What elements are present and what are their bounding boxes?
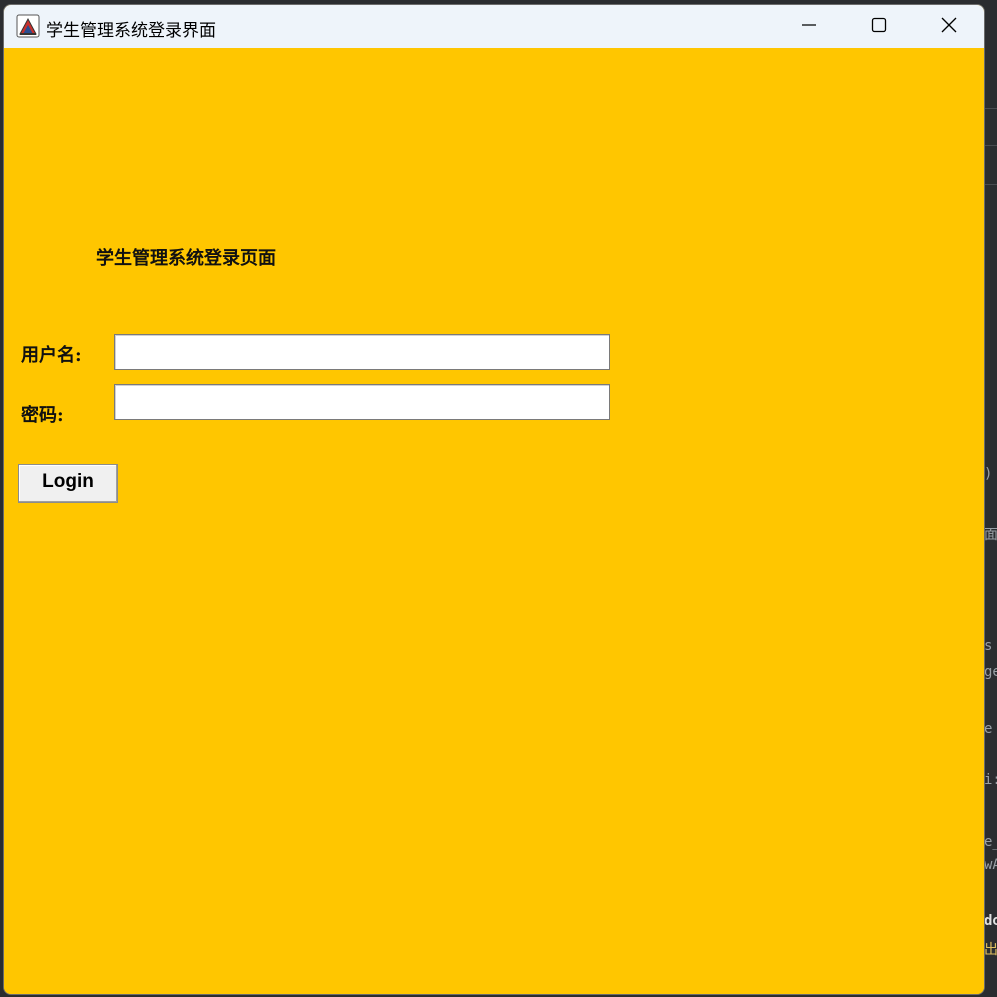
maximize-button[interactable]	[844, 5, 914, 48]
background-text: s	[984, 638, 993, 654]
minimize-icon	[801, 17, 817, 37]
background-text: i:	[984, 772, 997, 788]
maximize-icon	[871, 17, 887, 37]
password-label: 密码:	[21, 405, 64, 426]
login-window: 学生管理系统登录界面 学生管理系统登录页面 用户名: 密码: Login	[3, 4, 985, 995]
background-text: ge	[984, 664, 997, 680]
close-button[interactable]	[914, 5, 984, 48]
content-panel: 学生管理系统登录页面 用户名: 密码: Login	[4, 48, 984, 994]
username-label: 用户名:	[21, 345, 82, 366]
background-text: 出	[984, 942, 997, 958]
minimize-button[interactable]	[774, 5, 844, 48]
background-text: )	[984, 466, 993, 482]
background-divider	[983, 108, 997, 109]
background-text: do	[984, 913, 997, 929]
title-bar[interactable]: 学生管理系统登录界面	[4, 5, 984, 48]
login-button[interactable]: Login	[18, 464, 118, 503]
background-text: 面"	[984, 527, 997, 543]
window-title: 学生管理系统登录界面	[46, 21, 216, 41]
page-heading: 学生管理系统登录页面	[96, 248, 276, 269]
password-field[interactable]	[114, 384, 610, 420]
background-text: e_	[984, 834, 997, 850]
username-field[interactable]	[114, 334, 610, 370]
background-text: e	[984, 721, 993, 737]
background-text: wA	[984, 857, 997, 873]
background-divider	[983, 184, 997, 185]
java-cup-icon	[16, 14, 40, 38]
close-icon	[940, 16, 958, 38]
background-divider	[983, 145, 997, 146]
